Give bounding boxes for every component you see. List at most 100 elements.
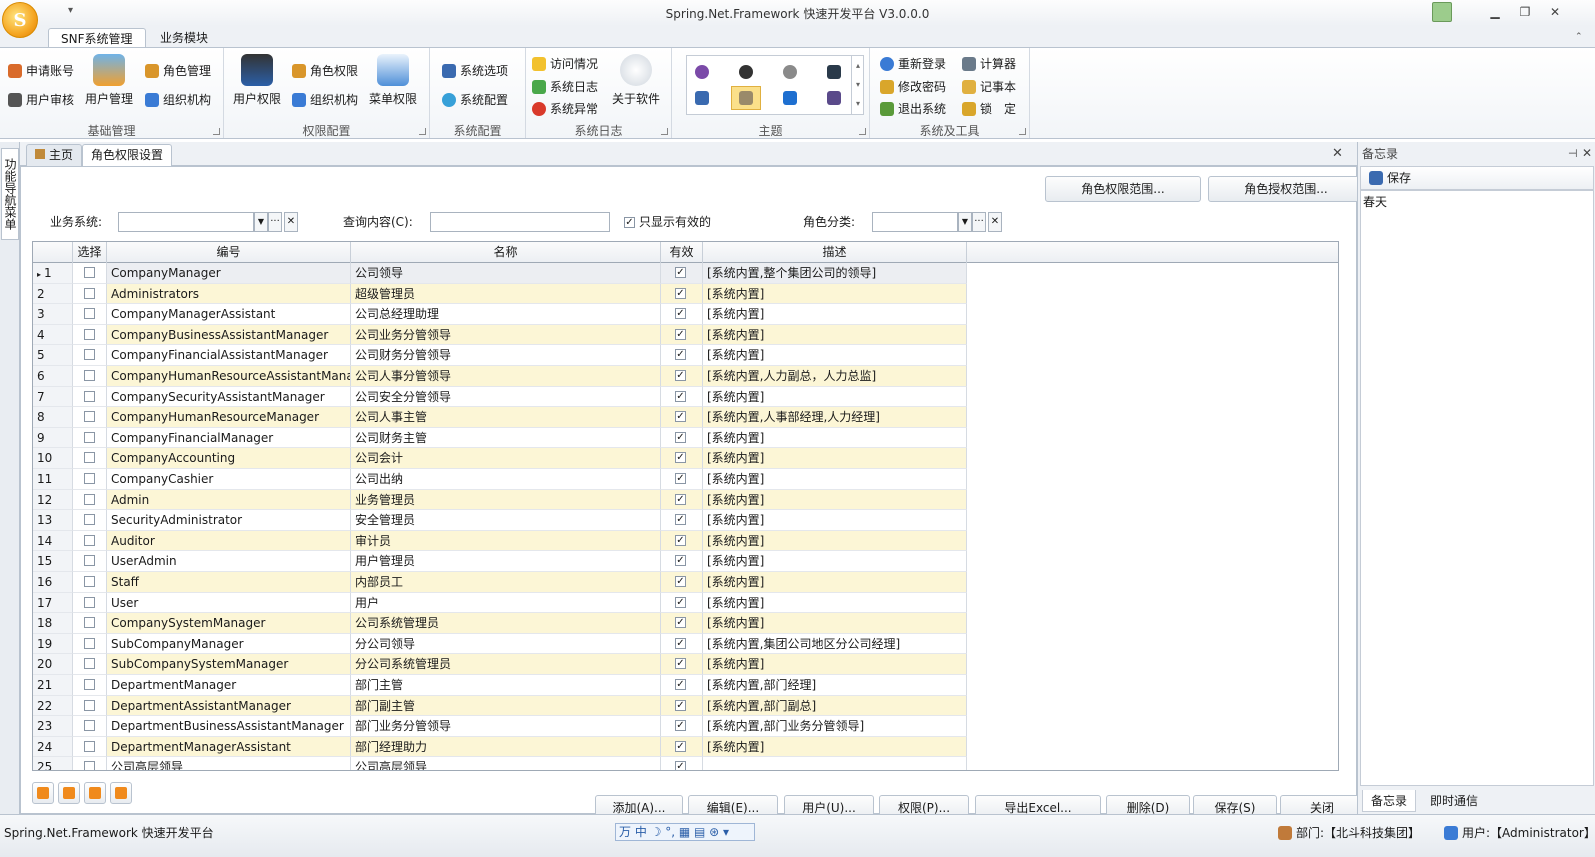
chevron-down-icon[interactable]: ▼ (254, 212, 268, 232)
group-expand-icon[interactable] (1019, 128, 1026, 135)
select-checkbox[interactable] (84, 514, 95, 526)
valid-checkbox[interactable]: ✓ (675, 267, 686, 278)
col-code[interactable]: 编号 (107, 242, 351, 263)
select-checkbox[interactable] (84, 534, 95, 546)
ribbon-tab-business[interactable]: 业务模块 (148, 28, 220, 48)
close-tab-icon[interactable]: ✕ (1332, 146, 1343, 161)
theme-item[interactable] (691, 62, 713, 82)
description-cell[interactable]: [系统内置,部门副总] (703, 695, 967, 717)
description-cell[interactable]: [系统内置] (703, 572, 967, 593)
description-cell[interactable] (703, 757, 967, 770)
name-cell[interactable]: 超级管理员 (351, 283, 661, 305)
access-button[interactable]: 访问情况 (532, 53, 598, 75)
pin-icon[interactable]: ⊣ (1568, 147, 1578, 160)
memo-save-button[interactable]: 保存 (1369, 167, 1411, 189)
code-cell[interactable]: Admin (107, 489, 351, 511)
select-checkbox[interactable] (84, 637, 95, 649)
table-row[interactable]: 25 公司高层领导 公司高层领导 ✓ (33, 757, 967, 770)
name-cell[interactable]: 安全管理员 (351, 510, 661, 531)
ellipsis-button[interactable]: ··· (268, 212, 282, 232)
collapse-ribbon-icon[interactable]: ⌃ (1575, 32, 1583, 42)
select-checkbox[interactable] (84, 761, 95, 770)
table-row[interactable]: 4 CompanyBusinessAssistantManager 公司业务分管领导… (33, 324, 967, 346)
valid-checkbox[interactable]: ✓ (675, 452, 686, 464)
theme-scroll[interactable]: ▴ ▾ ▾ (851, 56, 864, 114)
description-cell[interactable]: [系统内置] (703, 530, 967, 552)
code-cell[interactable]: CompanyManagerAssistant (107, 304, 351, 325)
name-cell[interactable]: 业务管理员 (351, 489, 661, 511)
name-cell[interactable]: 分公司系统管理员 (351, 654, 661, 675)
code-cell[interactable]: CompanyHumanResourceAssistantManager (107, 366, 351, 387)
valid-checkbox[interactable]: ✓ (675, 431, 686, 443)
clear-icon[interactable]: ✕ (988, 212, 1002, 232)
select-checkbox[interactable] (84, 431, 95, 443)
name-cell[interactable]: 分公司领导 (351, 633, 661, 655)
select-checkbox[interactable] (84, 349, 95, 361)
query-input[interactable] (430, 212, 610, 232)
description-cell[interactable]: [系统内置] (703, 551, 967, 572)
name-cell[interactable]: 审计员 (351, 530, 661, 552)
minimize-icon[interactable]: ▁ (1484, 3, 1506, 21)
system-log-button[interactable]: 系统日志 (532, 76, 598, 98)
change-password-button[interactable]: 修改密码 (880, 76, 946, 98)
only-valid-checkbox[interactable]: ✓ (624, 217, 635, 228)
org-permission-button[interactable]: 组织机构 (292, 89, 358, 111)
code-cell[interactable]: CompanySystemManager (107, 613, 351, 634)
valid-checkbox[interactable]: ✓ (675, 679, 686, 690)
ribbon-tab-snf[interactable]: SNF系统管理 (48, 28, 146, 48)
description-cell[interactable]: [系统内置,部门经理] (703, 675, 967, 696)
name-cell[interactable]: 公司人事主管 (351, 407, 661, 428)
theme-item[interactable] (779, 62, 801, 82)
ime-toolbar[interactable]: 万 中 ☽ °, ▦ ▤ ⊛ ▾ (615, 823, 755, 841)
table-row[interactable]: 18 CompanySystemManager 公司系统管理员 ✓ [系统内置] (33, 613, 967, 634)
select-checkbox[interactable] (84, 679, 95, 690)
table-row[interactable]: 5 CompanyFinancialAssistantManager 公司财务分管领… (33, 345, 967, 366)
description-cell[interactable]: [系统内置,人力副总，人力总监] (703, 366, 967, 387)
theme-item-selected[interactable] (731, 86, 761, 110)
name-cell[interactable]: 部门副主管 (351, 695, 661, 717)
name-cell[interactable]: 部门业务分管领导 (351, 716, 661, 737)
exit-button[interactable]: 退出系统 (880, 98, 946, 120)
select-checkbox[interactable] (84, 658, 95, 670)
description-cell[interactable]: [系统内置] (703, 489, 967, 511)
select-checkbox[interactable] (84, 720, 95, 732)
restore-icon[interactable]: ❐ (1514, 3, 1536, 21)
user-manage-button[interactable]: 用户管理 (84, 54, 134, 107)
memo-textarea[interactable]: 春天 (1360, 190, 1594, 786)
tab-im[interactable]: 即时通信 (1422, 790, 1486, 812)
valid-checkbox[interactable]: ✓ (675, 720, 686, 732)
valid-checkbox[interactable]: ✓ (675, 555, 686, 567)
business-system-input[interactable] (118, 212, 254, 232)
code-cell[interactable]: UserAdmin (107, 551, 351, 572)
group-expand-icon[interactable] (419, 128, 426, 135)
ellipsis-button[interactable]: ··· (972, 212, 986, 232)
group-expand-icon[interactable] (859, 128, 866, 135)
description-cell[interactable]: [系统内置] (703, 469, 967, 490)
table-row[interactable]: 19 SubCompanyManager 分公司领导 ✓ [系统内置,集团公司地区分公司… (33, 633, 967, 655)
code-cell[interactable]: SubCompanySystemManager (107, 654, 351, 675)
tab-role-permission[interactable]: 角色权限设置 (82, 144, 173, 166)
code-cell[interactable]: SecurityAdministrator (107, 510, 351, 531)
description-cell[interactable]: [系统内置] (703, 427, 967, 449)
select-checkbox[interactable] (84, 411, 95, 423)
select-checkbox[interactable] (84, 493, 95, 505)
col-valid[interactable]: 有效 (661, 242, 703, 263)
col-select[interactable]: 选择 (73, 242, 107, 263)
valid-checkbox[interactable]: ✓ (675, 390, 686, 402)
description-cell[interactable]: [系统内置] (703, 448, 967, 469)
tab-memo[interactable]: 备忘录 (1362, 790, 1417, 812)
valid-checkbox[interactable]: ✓ (675, 637, 686, 649)
table-row[interactable]: 8 CompanyHumanResourceManager 公司人事主管 ✓ [系统内置… (33, 407, 967, 428)
table-row[interactable]: 9 CompanyFinancialManager 公司财务主管 ✓ [系统内置] (33, 427, 967, 449)
role-permission-button[interactable]: 角色权限 (292, 60, 358, 82)
tab-home[interactable]: 主页 (26, 144, 83, 166)
name-cell[interactable]: 部门主管 (351, 675, 661, 696)
valid-checkbox[interactable]: ✓ (675, 740, 686, 752)
table-row[interactable]: 10 CompanyAccounting 公司会计 ✓ [系统内置] (33, 448, 967, 469)
code-cell[interactable]: Staff (107, 572, 351, 593)
valid-checkbox[interactable]: ✓ (675, 576, 686, 587)
close-icon[interactable]: ✕ (1582, 146, 1592, 160)
code-cell[interactable]: CompanyCashier (107, 469, 351, 490)
system-config-button[interactable]: 系统配置 (442, 89, 508, 111)
user-permission-button[interactable]: 用户权限 (232, 54, 282, 107)
